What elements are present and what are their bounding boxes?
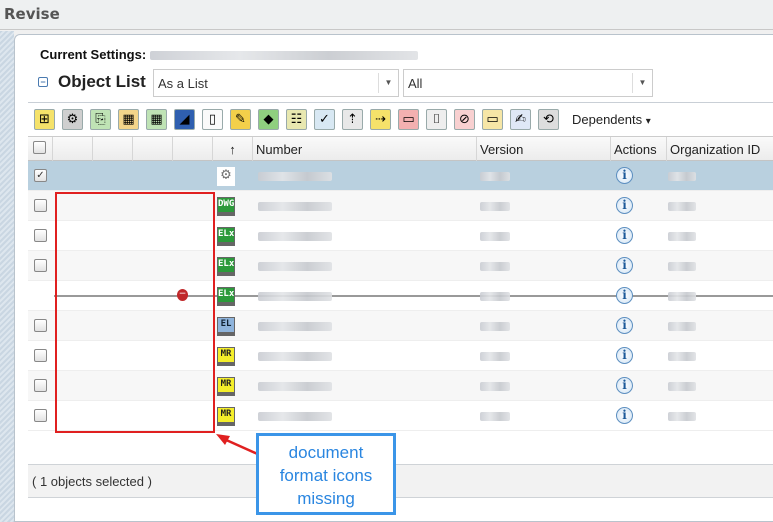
- annotation-callout: document format icons missing: [256, 433, 396, 515]
- callout-line-1: document: [288, 443, 364, 462]
- callout-line-2: format icons: [279, 466, 373, 485]
- callout-line-3: missing: [297, 489, 355, 508]
